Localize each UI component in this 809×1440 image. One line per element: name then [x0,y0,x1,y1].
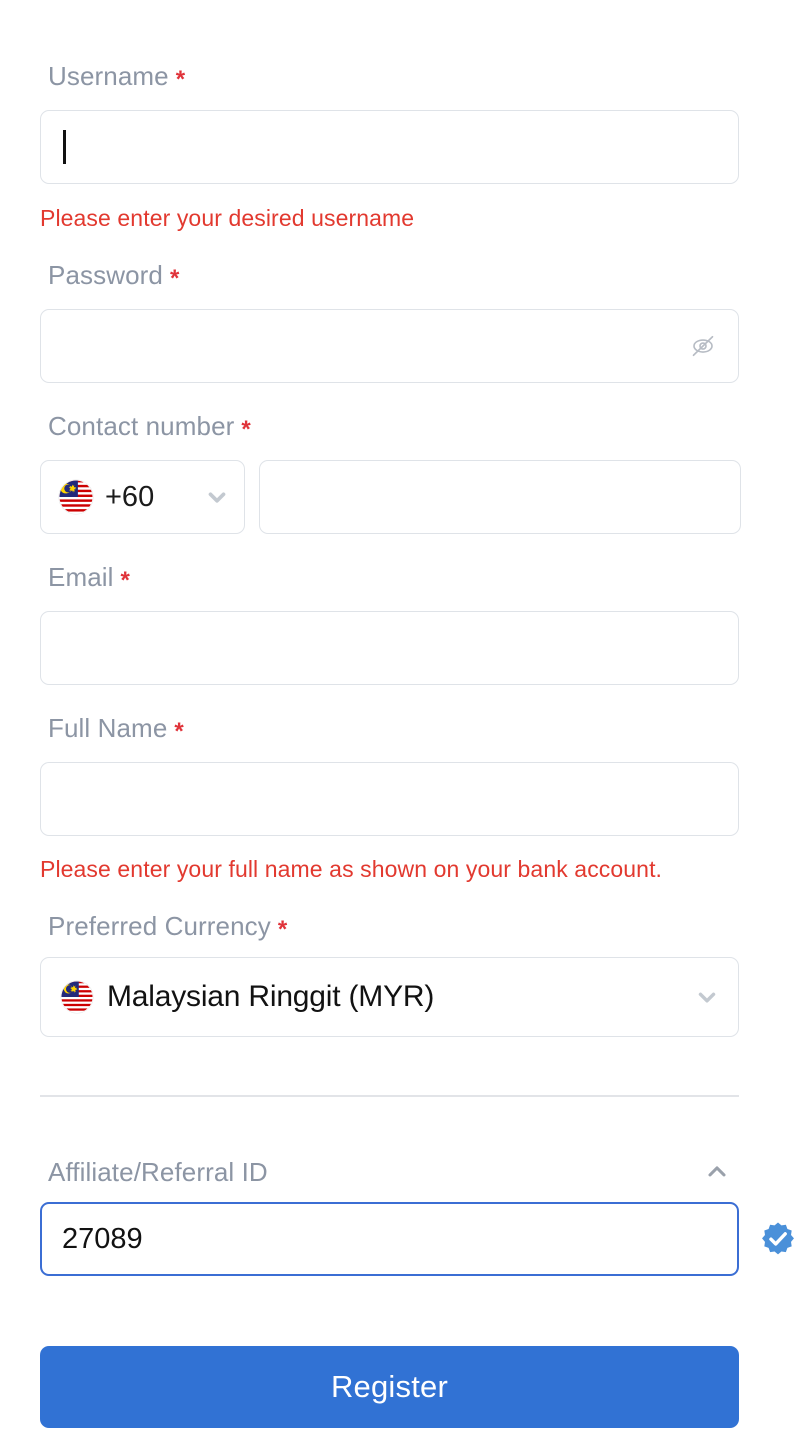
username-error-message: Please enter your desired username [40,205,415,231]
username-label-text: Username [48,61,169,91]
eye-off-icon[interactable] [688,331,718,361]
email-input[interactable] [40,611,739,685]
password-label-text: Password [48,260,163,290]
password-label: Password * [48,260,180,292]
preferred-currency-label: Preferred Currency * [48,911,288,943]
password-input[interactable] [40,309,739,383]
required-asterisk: * [241,416,251,443]
section-divider [40,1095,739,1097]
contact-number-label: Contact number * [48,411,251,443]
malaysia-flag-icon [59,480,93,514]
chevron-down-icon[interactable] [694,984,720,1010]
username-input[interactable] [40,110,739,184]
chevron-down-icon[interactable] [204,484,230,510]
register-button[interactable]: Register [40,1346,739,1428]
affiliate-referral-input[interactable]: 27089 [40,1202,739,1276]
chevron-up-icon[interactable] [703,1158,731,1186]
full-name-input[interactable] [40,762,739,836]
email-label-text: Email [48,562,114,592]
dial-code-value: +60 [105,480,155,513]
preferred-currency-select[interactable]: Malaysian Ringgit (MYR) [40,957,739,1037]
required-asterisk: * [169,265,180,292]
text-caret [63,130,66,164]
required-asterisk: * [175,66,186,93]
full-name-label-text: Full Name [48,713,168,743]
required-asterisk: * [277,916,288,943]
affiliate-referral-value: 27089 [62,1222,143,1255]
email-label: Email * [48,562,130,594]
username-label: Username * [48,61,186,93]
phone-number-input[interactable] [259,460,741,534]
full-name-error-message: Please enter your full name as shown on … [40,856,663,882]
preferred-currency-label-text: Preferred Currency [48,911,271,941]
malaysia-flag-icon [61,981,93,1013]
registration-form-page: Username * Please enter your desired use… [0,0,809,1440]
required-asterisk: * [174,718,184,745]
contact-number-row: +60 [40,460,741,534]
affiliate-referral-header[interactable]: Affiliate/Referral ID [40,1158,739,1186]
full-name-label: Full Name * [48,713,184,745]
contact-number-label-text: Contact number [48,411,235,441]
affiliate-referral-label: Affiliate/Referral ID [48,1157,268,1187]
country-code-select[interactable]: +60 [40,460,245,534]
register-button-label: Register [330,1369,449,1404]
preferred-currency-value: Malaysian Ringgit (MYR) [107,980,435,1013]
verified-badge-icon [762,1222,794,1255]
required-asterisk: * [120,567,130,594]
affiliate-referral-row: 27089 [40,1202,797,1276]
